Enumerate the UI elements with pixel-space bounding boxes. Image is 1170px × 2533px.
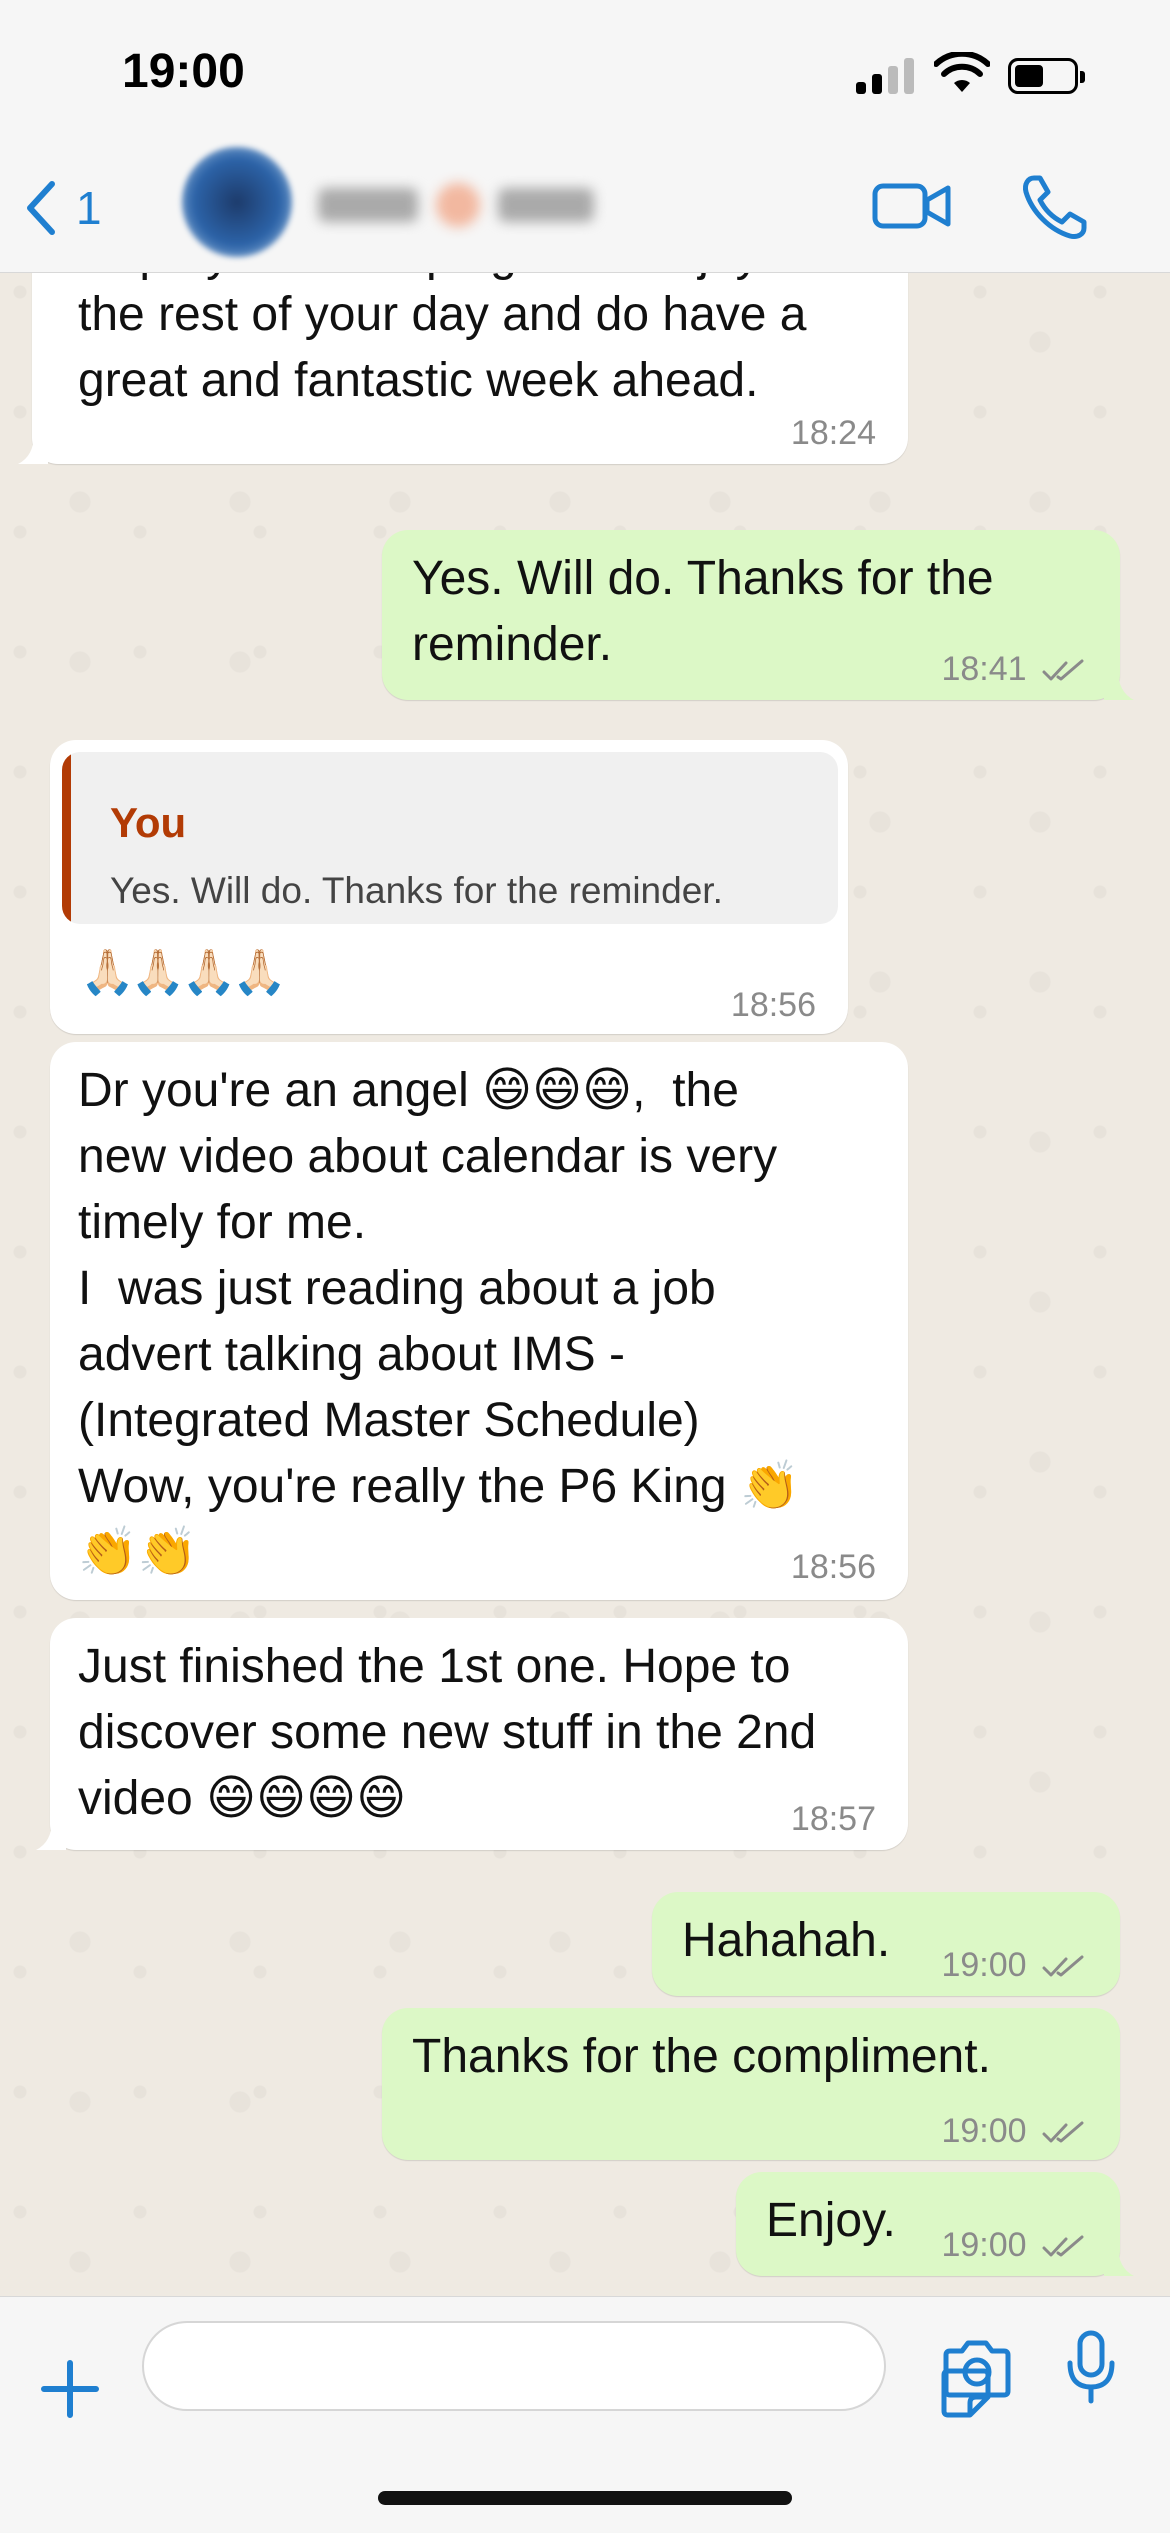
- message-text: Hahahah.: [682, 1914, 891, 1967]
- microphone-icon[interactable]: [1066, 2329, 1116, 2405]
- back-button[interactable]: 1: [22, 178, 112, 238]
- message-text: 🙏🏻🙏🏻🙏🏻🙏🏻: [80, 948, 287, 997]
- message-incoming[interactable]: Hope you're keeping well. Enjoy the rest…: [18, 272, 908, 464]
- contact-avatar[interactable]: [182, 147, 292, 257]
- message-outgoing[interactable]: Enjoy. 19:00: [736, 2172, 1134, 2278]
- bubble-tail: [18, 434, 48, 464]
- message-time-label: 18:41: [941, 650, 1027, 688]
- message-incoming[interactable]: Dr you're an angel 😄😄😄, the new video ab…: [50, 1042, 908, 1600]
- message-text: Yes. Will do. Thanks for the reminder.: [412, 552, 994, 671]
- bubble-tail: [1104, 2246, 1134, 2276]
- message-text: the rest of your day and do have a great…: [78, 288, 807, 407]
- plus-icon[interactable]: [38, 2357, 102, 2421]
- message-time: 18:56: [730, 986, 816, 1024]
- quote-bar: [62, 752, 71, 924]
- message-incoming-reply[interactable]: You Yes. Will do. Thanks for the reminde…: [50, 740, 848, 1034]
- back-chevron-icon: [27, 181, 55, 235]
- message-text: Dr you're an angel 😄😄😄, the new video ab…: [78, 1064, 800, 1579]
- composer-bar: [0, 2296, 1170, 2533]
- unread-count: 1: [76, 182, 102, 234]
- message-time: 18:24: [790, 414, 876, 452]
- home-indicator[interactable]: [378, 2491, 792, 2505]
- chat-area[interactable]: Hope you're keeping well. Enjoy the rest…: [0, 272, 1170, 2296]
- message-time: 19:00: [941, 1932, 1088, 1998]
- signal-icon: [856, 58, 916, 94]
- message-time: 18:56: [790, 1548, 876, 1586]
- phone-icon[interactable]: [1020, 172, 1090, 242]
- message-time-label: 19:00: [941, 1946, 1027, 1984]
- camera-icon[interactable]: [940, 2339, 1014, 2399]
- read-ticks-icon: [1042, 2121, 1084, 2143]
- message-text: Thanks for the compliment.: [412, 2030, 991, 2083]
- chat-header: 1: [0, 147, 1170, 273]
- video-call-icon[interactable]: [872, 176, 952, 236]
- bubble-tail: [36, 1820, 66, 1850]
- quoted-message[interactable]: You Yes. Will do. Thanks for the reminde…: [62, 752, 838, 924]
- message-outgoing[interactable]: Yes. Will do. Thanks for the reminder. 1…: [382, 530, 1134, 702]
- message-time: 18:57: [790, 1800, 876, 1838]
- battery-icon: [1008, 58, 1085, 94]
- message-text: Enjoy.: [766, 2194, 896, 2247]
- message-outgoing[interactable]: Thanks for the compliment. 19:00: [382, 2008, 1120, 2160]
- status-bar: 19:00: [0, 0, 1170, 150]
- bubble-tail: [1104, 670, 1134, 700]
- read-ticks-icon: [1042, 659, 1084, 681]
- message-time-label: 19:00: [941, 2226, 1027, 2264]
- quote-text: Yes. Will do. Thanks for the reminder.: [110, 870, 723, 911]
- quote-author: You: [110, 799, 187, 846]
- message-text: Just finished the 1st one. Hope to disco…: [78, 1640, 817, 1825]
- message-time-label: 19:00: [941, 2112, 1027, 2150]
- wifi-icon: [934, 52, 990, 92]
- message-incoming[interactable]: Just finished the 1st one. Hope to disco…: [36, 1618, 908, 1850]
- message-time: 19:00: [941, 2212, 1088, 2278]
- message-time: 19:00: [941, 2098, 1088, 2164]
- message-input[interactable]: [142, 2321, 991, 2418]
- message-time: 18:41: [941, 636, 1088, 702]
- contact-name-blurred[interactable]: [318, 180, 608, 230]
- read-ticks-icon: [1042, 1955, 1084, 1977]
- read-ticks-icon: [1042, 2235, 1084, 2257]
- message-outgoing[interactable]: Hahahah. 19:00: [652, 1892, 1120, 1996]
- status-time: 19:00: [122, 45, 245, 98]
